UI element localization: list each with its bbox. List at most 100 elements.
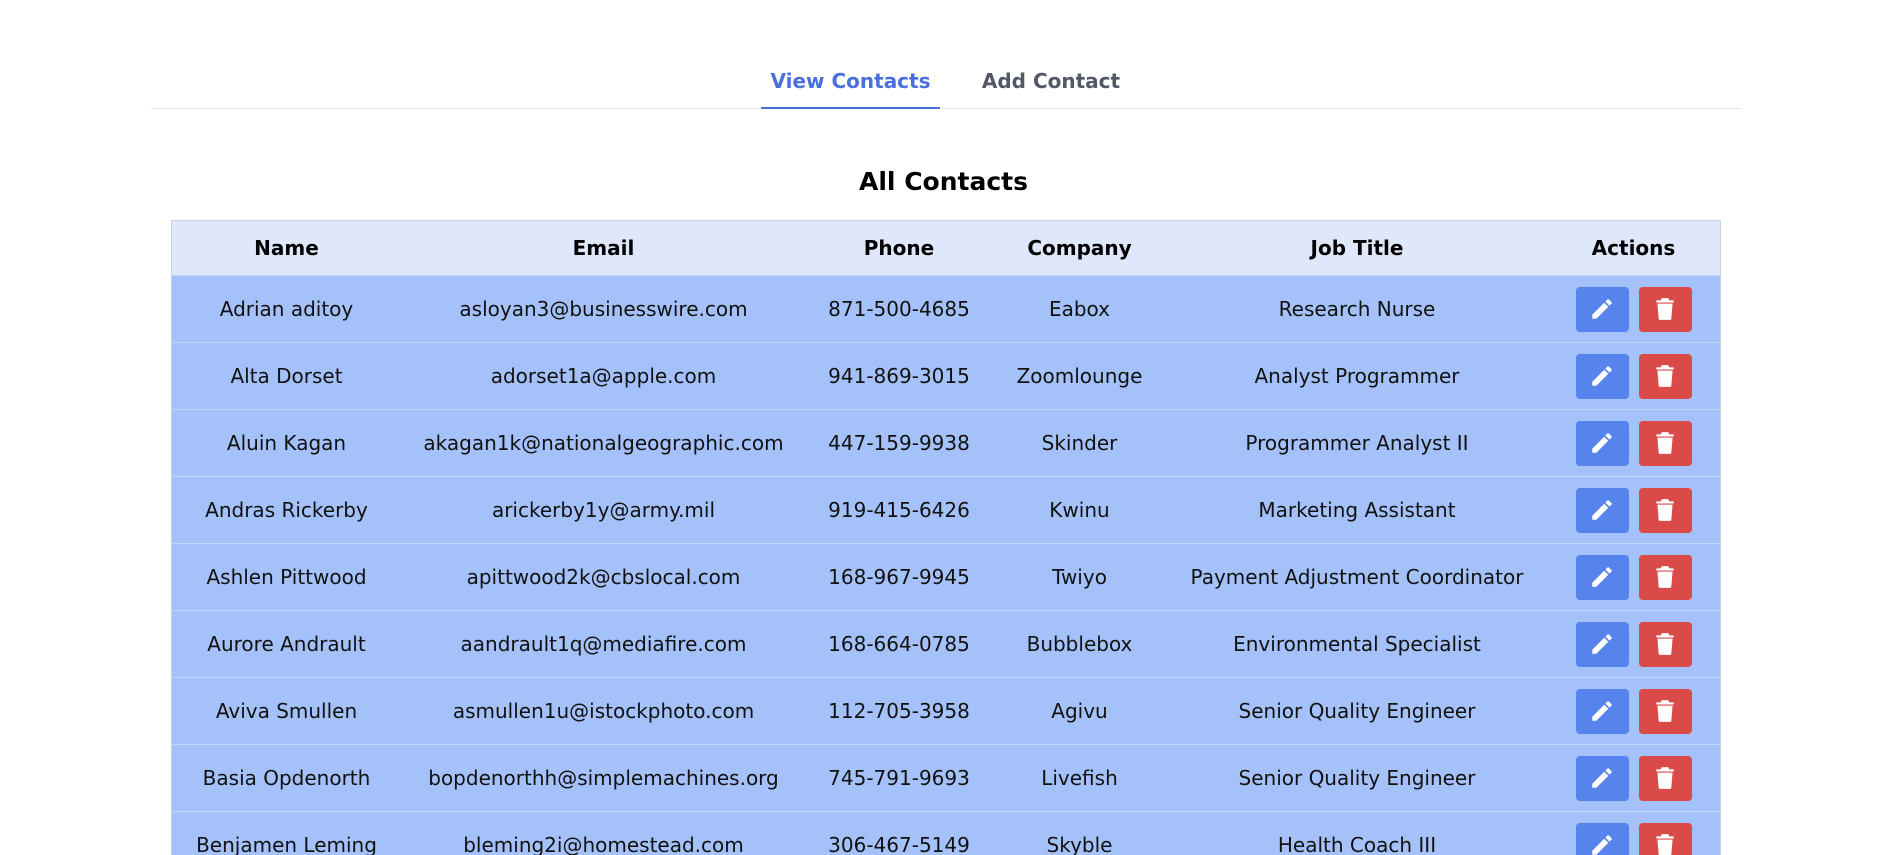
- cell-actions: [1547, 811, 1720, 855]
- cell-name: Aluin Kagan: [172, 409, 401, 477]
- contacts-table-container: Name Email Phone Company Job Title Actio…: [171, 220, 1721, 855]
- column-header-email: Email: [401, 221, 806, 276]
- pencil-icon: [1589, 296, 1615, 322]
- pencil-icon: [1589, 363, 1615, 389]
- edit-button[interactable]: [1575, 688, 1629, 734]
- tab-view-contacts[interactable]: View Contacts: [761, 67, 940, 109]
- edit-button[interactable]: [1575, 621, 1629, 667]
- table-row: Alta Dorset adorset1a@apple.com 941-869-…: [172, 342, 1720, 410]
- cell-company: Skyble: [992, 811, 1167, 855]
- pencil-icon: [1589, 832, 1615, 855]
- edit-button[interactable]: [1575, 755, 1629, 801]
- cell-job-title: Environmental Specialist: [1167, 610, 1547, 678]
- cell-job-title: Programmer Analyst II: [1167, 409, 1547, 477]
- cell-actions: [1547, 610, 1720, 678]
- cell-phone: 745-791-9693: [806, 744, 992, 812]
- pencil-icon: [1589, 497, 1615, 523]
- row-actions: [1547, 822, 1720, 855]
- trash-icon: [1652, 430, 1678, 456]
- delete-button[interactable]: [1638, 487, 1692, 533]
- delete-button[interactable]: [1638, 822, 1692, 855]
- column-header-actions: Actions: [1547, 221, 1720, 276]
- contacts-table: Name Email Phone Company Job Title Actio…: [172, 221, 1720, 855]
- table-row: Ashlen Pittwood apittwood2k@cbslocal.com…: [172, 543, 1720, 611]
- delete-button[interactable]: [1638, 420, 1692, 466]
- table-row: Aurore Andrault aandrault1q@mediafire.co…: [172, 610, 1720, 678]
- delete-button[interactable]: [1638, 755, 1692, 801]
- delete-button[interactable]: [1638, 286, 1692, 332]
- cell-actions: [1547, 476, 1720, 544]
- edit-button[interactable]: [1575, 286, 1629, 332]
- row-actions: [1547, 755, 1720, 801]
- cell-email: bopdenorthh@simplemachines.org: [401, 744, 806, 812]
- table-row: Aviva Smullen asmullen1u@istockphoto.com…: [172, 677, 1720, 745]
- cell-actions: [1547, 543, 1720, 611]
- trash-icon: [1652, 363, 1678, 389]
- cell-phone: 306-467-5149: [806, 811, 992, 855]
- table-row: Benjamen Leming bleming2i@homestead.com …: [172, 811, 1720, 855]
- edit-button[interactable]: [1575, 822, 1629, 855]
- cell-name: Ashlen Pittwood: [172, 543, 401, 611]
- delete-button[interactable]: [1638, 554, 1692, 600]
- column-header-name: Name: [172, 221, 401, 276]
- cell-phone: 919-415-6426: [806, 476, 992, 544]
- cell-name: Adrian aditoy: [172, 275, 401, 343]
- cell-job-title: Payment Adjustment Coordinator: [1167, 543, 1547, 611]
- cell-phone: 168-967-9945: [806, 543, 992, 611]
- cell-email: adorset1a@apple.com: [401, 342, 806, 410]
- pencil-icon: [1589, 631, 1615, 657]
- delete-button[interactable]: [1638, 688, 1692, 734]
- tab-bar: View Contacts Add Contact: [151, 50, 1741, 109]
- cell-company: Skinder: [992, 409, 1167, 477]
- column-header-job-title: Job Title: [1167, 221, 1547, 276]
- cell-company: Zoomlounge: [992, 342, 1167, 410]
- tab-add-contact[interactable]: Add Contact: [963, 67, 1139, 107]
- row-actions: [1547, 554, 1720, 600]
- cell-company: Bubblebox: [992, 610, 1167, 678]
- cell-email: akagan1k@nationalgeographic.com: [401, 409, 806, 477]
- trash-icon: [1652, 497, 1678, 523]
- edit-button[interactable]: [1575, 420, 1629, 466]
- table-row: Adrian aditoy asloyan3@businesswire.com …: [172, 275, 1720, 343]
- edit-button[interactable]: [1575, 487, 1629, 533]
- cell-phone: 941-869-3015: [806, 342, 992, 410]
- delete-button[interactable]: [1638, 621, 1692, 667]
- pencil-icon: [1589, 698, 1615, 724]
- cell-email: aandrault1q@mediafire.com: [401, 610, 806, 678]
- cell-phone: 168-664-0785: [806, 610, 992, 678]
- cell-name: Basia Opdenorth: [172, 744, 401, 812]
- cell-company: Twiyo: [992, 543, 1167, 611]
- column-header-phone: Phone: [806, 221, 992, 276]
- cell-actions: [1547, 342, 1720, 410]
- edit-button[interactable]: [1575, 353, 1629, 399]
- row-actions: [1547, 353, 1720, 399]
- cell-company: Agivu: [992, 677, 1167, 745]
- trash-icon: [1652, 765, 1678, 791]
- cell-email: asloyan3@businesswire.com: [401, 275, 806, 343]
- trash-icon: [1652, 564, 1678, 590]
- row-actions: [1547, 420, 1720, 466]
- cell-name: Aurore Andrault: [172, 610, 401, 678]
- cell-company: Kwinu: [992, 476, 1167, 544]
- cell-job-title: Senior Quality Engineer: [1167, 744, 1547, 812]
- delete-button[interactable]: [1638, 353, 1692, 399]
- cell-name: Andras Rickerby: [172, 476, 401, 544]
- cell-company: Livefish: [992, 744, 1167, 812]
- pencil-icon: [1589, 564, 1615, 590]
- pencil-icon: [1589, 765, 1615, 791]
- edit-button[interactable]: [1575, 554, 1629, 600]
- cell-name: Aviva Smullen: [172, 677, 401, 745]
- page-title: All Contacts: [859, 167, 1028, 196]
- cell-actions: [1547, 744, 1720, 812]
- cell-actions: [1547, 409, 1720, 477]
- cell-name: Benjamen Leming: [172, 811, 401, 855]
- cell-job-title: Marketing Assistant: [1167, 476, 1547, 544]
- column-header-company: Company: [992, 221, 1167, 276]
- row-actions: [1547, 487, 1720, 533]
- cell-actions: [1547, 275, 1720, 343]
- pencil-icon: [1589, 430, 1615, 456]
- contacts-page: View Contacts Add Contact All Contacts N…: [0, 0, 1887, 855]
- row-actions: [1547, 621, 1720, 667]
- table-body: Adrian aditoy asloyan3@businesswire.com …: [172, 275, 1720, 855]
- cell-job-title: Analyst Programmer: [1167, 342, 1547, 410]
